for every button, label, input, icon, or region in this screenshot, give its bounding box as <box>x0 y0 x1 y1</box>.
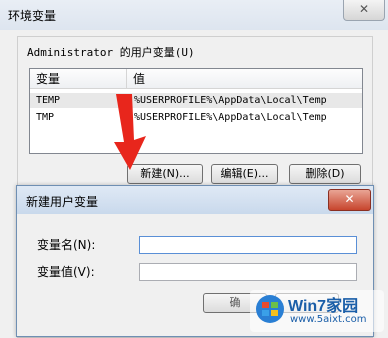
variable-value-input[interactable] <box>139 263 357 281</box>
variable-name: TEMP <box>36 95 61 106</box>
variable-value: %USERPROFILE%\AppData\Local\Temp <box>134 95 327 106</box>
user-variables-table[interactable]: 变量 值 TEMP %USERPROFILE%\AppData\Local\Te… <box>29 68 363 154</box>
watermark-title: Win7家园 <box>288 298 359 315</box>
table-row[interactable]: TEMP %USERPROFILE%\AppData\Local\Temp <box>30 93 362 108</box>
variable-name: TMP <box>36 112 55 123</box>
delete-variable-button[interactable]: 删除(D) <box>289 164 361 184</box>
dialog-titlebar[interactable]: 新建用户变量 ✕ <box>17 186 373 214</box>
table-row[interactable]: TMP %USERPROFILE%\AppData\Local\Temp <box>30 110 362 125</box>
watermark-url: www.5aixt.com <box>290 314 367 325</box>
user-variables-label: Administrator 的用户变量(U) <box>25 44 197 60</box>
dialog-title: 新建用户变量 <box>26 195 99 209</box>
dialog-titlebar[interactable]: 环境变量 ✕ <box>0 0 388 30</box>
variable-value: %USERPROFILE%\AppData\Local\Temp <box>134 112 327 123</box>
column-header-variable[interactable]: 变量 <box>30 69 127 89</box>
close-icon: ✕ <box>344 192 355 206</box>
windows-logo-icon <box>256 295 284 323</box>
column-header-value[interactable]: 值 <box>127 69 362 89</box>
close-button[interactable]: ✕ <box>328 189 371 211</box>
variable-name-label: 变量名(N): <box>37 238 96 252</box>
variable-name-input[interactable] <box>139 236 357 254</box>
red-arrow-annotation <box>114 94 146 170</box>
close-button[interactable]: ✕ <box>343 0 385 21</box>
edit-variable-button[interactable]: 编辑(E)... <box>211 164 278 184</box>
variable-value-label: 变量值(V): <box>37 265 95 279</box>
site-watermark: Win7家园 www.5aixt.com <box>250 290 384 332</box>
dialog-title: 环境变量 <box>8 9 57 23</box>
close-icon: ✕ <box>358 2 370 16</box>
